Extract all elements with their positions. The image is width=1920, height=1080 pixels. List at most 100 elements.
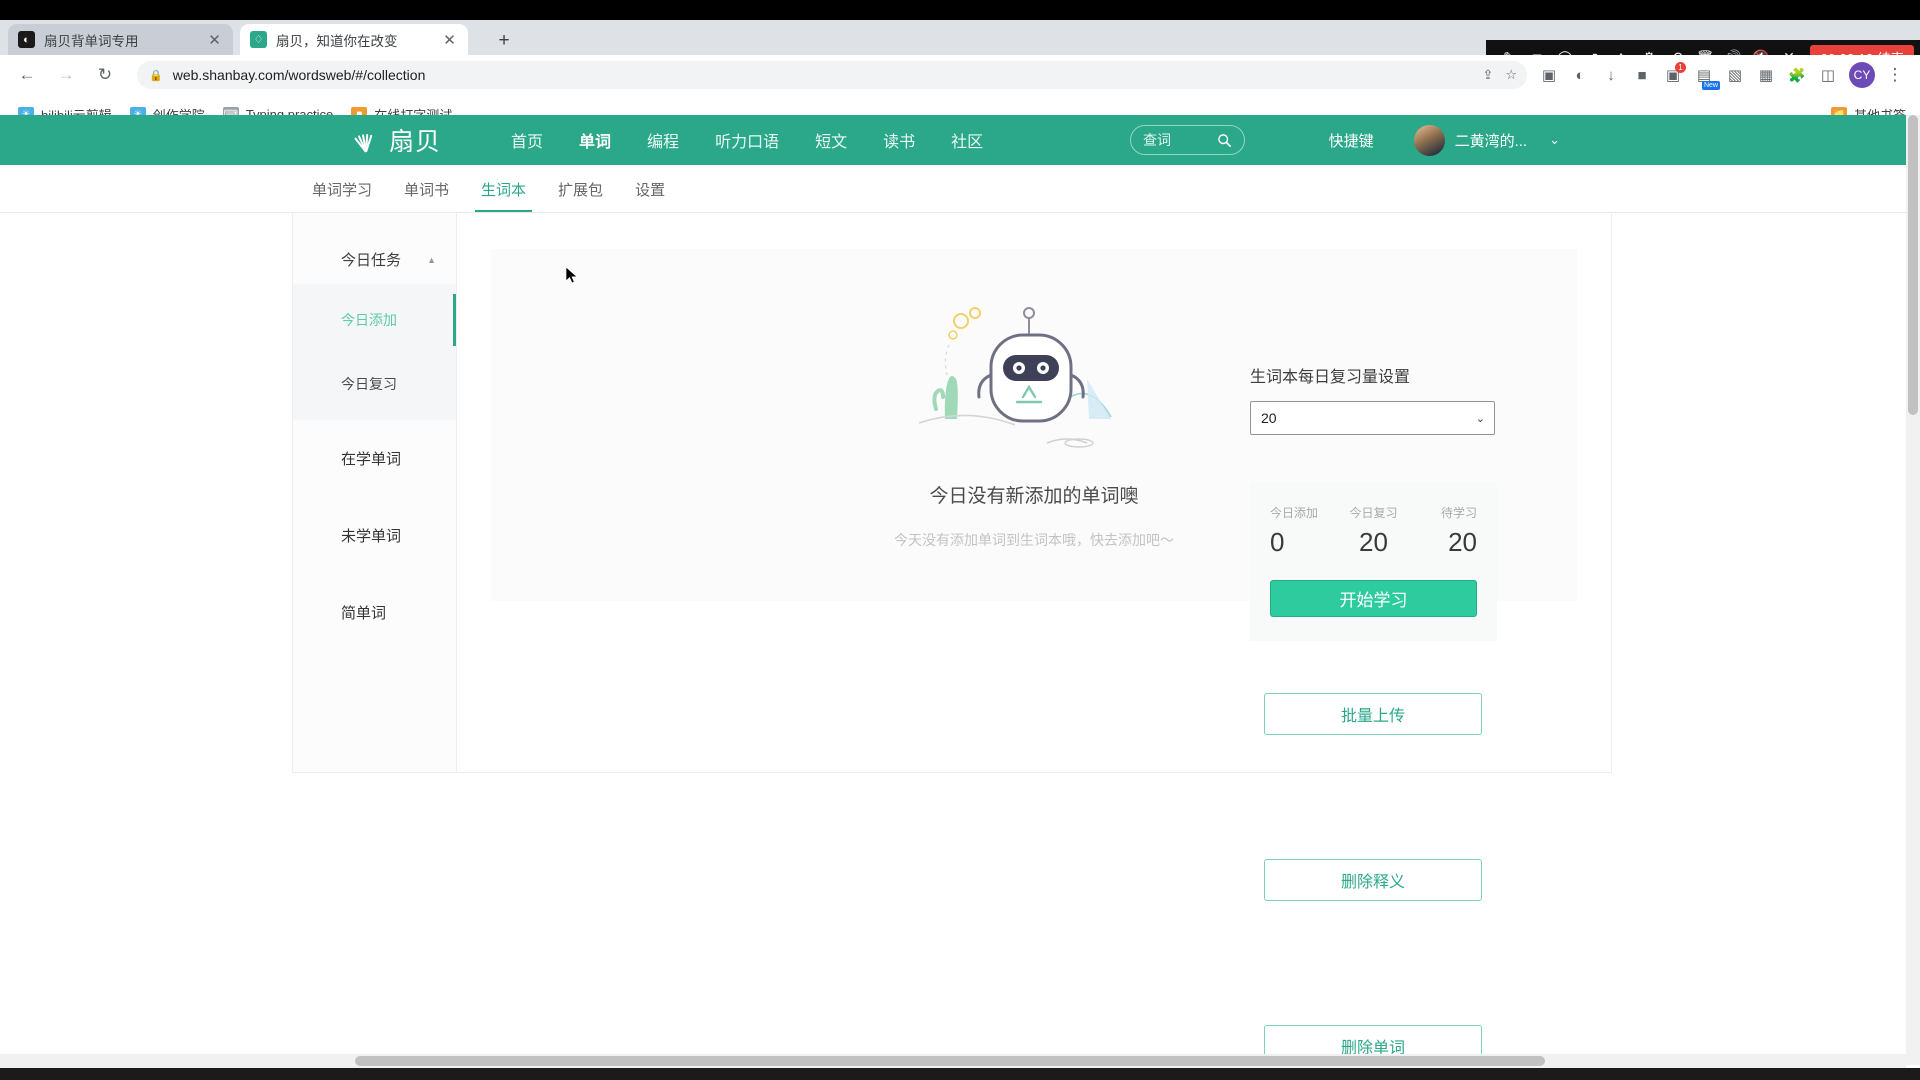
shanbay-dark-icon: ◐ bbox=[18, 31, 35, 48]
extension-icon-1[interactable]: ▣ bbox=[1535, 61, 1563, 89]
nav-item-listening[interactable]: 听力口语 bbox=[697, 128, 797, 152]
tab-collection[interactable]: 生词本 bbox=[465, 179, 542, 212]
batch-upload-button[interactable]: 批量上传 bbox=[1264, 693, 1482, 735]
new-tab-button[interactable]: + bbox=[492, 29, 516, 53]
nav-item-coding[interactable]: 编程 bbox=[629, 128, 697, 152]
puzzle-icon[interactable]: 🧩 bbox=[1783, 61, 1811, 89]
search-icon bbox=[1218, 133, 1231, 147]
search-box[interactable]: 查词 bbox=[1130, 125, 1245, 155]
browser-tab-1[interactable]: ◐ 扇贝背单词专用 ✕ bbox=[8, 24, 233, 55]
sidebar-group-label: 今日任务 bbox=[341, 252, 402, 269]
sidebar-group-today-task[interactable]: 今日任务 ▲ bbox=[293, 235, 456, 284]
user-menu[interactable]: 二黄湾的... ⌄ bbox=[1413, 124, 1560, 156]
horizontal-scroll-thumb[interactable] bbox=[355, 1056, 1545, 1066]
nav-item-community[interactable]: 社区 bbox=[933, 128, 1001, 152]
tab-extension-pack[interactable]: 扩展包 bbox=[542, 179, 619, 212]
back-button[interactable]: ← bbox=[12, 60, 42, 90]
url-text: web.shanbay.com/wordsweb/#/collection bbox=[172, 67, 426, 83]
right-rail: 生词本每日复习量设置 20 ⌄ 今日添加 0 今日复习 20 待学习 20 开始… bbox=[1250, 363, 1500, 1065]
stat-caption: 今日复习 bbox=[1349, 506, 1398, 520]
browser-chrome: ◐ 扇贝背单词专用 ✕ ♢ 扇贝，知道你在改变 ✕ + ✎ □ ◯ ↗ A ⚙ … bbox=[0, 20, 1920, 135]
download-icon[interactable]: ↓ bbox=[1597, 61, 1625, 89]
sidebar-item-label: 未学单词 bbox=[341, 528, 402, 545]
nav-item-home[interactable]: 首页 bbox=[493, 128, 561, 152]
user-name: 二黄湾的... bbox=[1454, 132, 1528, 150]
extension-icon-5[interactable]: ▤ New bbox=[1690, 61, 1720, 90]
horizontal-scrollbar[interactable] bbox=[0, 1054, 1906, 1068]
sidebar-item-label: 在学单词 bbox=[341, 451, 402, 468]
extension-toolbar: ▣ ◐ ↓ ■ ▣ 1 ▤ New ▧ ▦ 🧩 ◫ CY ⋮ bbox=[1535, 61, 1908, 90]
daily-review-setting-label: 生词本每日复习量设置 bbox=[1250, 369, 1411, 386]
sidebar-item-label: 今日复习 bbox=[341, 376, 397, 392]
extension-icon-2[interactable]: ◐ bbox=[1566, 61, 1594, 89]
lock-icon: 🔒 bbox=[149, 69, 163, 82]
nav-item-words[interactable]: 单词 bbox=[561, 128, 629, 152]
extension-icon-7[interactable]: ▦ bbox=[1752, 61, 1780, 89]
robot-cactus-illustration bbox=[918, 301, 1149, 471]
main-navigation: 首页 单词 编程 听力口语 短文 读书 社区 bbox=[493, 128, 1001, 152]
notification-badge: 1 bbox=[1675, 62, 1686, 73]
stat-today-added: 今日添加 0 bbox=[1270, 504, 1339, 558]
sidebar-item-label: 简单词 bbox=[341, 605, 387, 622]
profile-avatar[interactable]: CY bbox=[1849, 62, 1875, 88]
sidebar-item-today-added[interactable]: 今日添加 bbox=[293, 288, 456, 352]
sidebar-item-easy-words[interactable]: 简单词 bbox=[293, 574, 456, 651]
tab-word-study[interactable]: 单词学习 bbox=[296, 179, 388, 212]
extension-icon-3[interactable]: ■ bbox=[1628, 61, 1656, 89]
page-viewport: 扇贝 首页 单词 编程 听力口语 短文 读书 社区 查词 快捷键 二黄湾的...… bbox=[0, 115, 1920, 1065]
sub-navigation: 单词学习 单词书 生词本 扩展包 设置 bbox=[0, 165, 1920, 213]
shanbay-logo-icon bbox=[350, 125, 384, 155]
chevron-up-icon[interactable]: ▲ bbox=[427, 255, 436, 265]
new-badge: New bbox=[1701, 81, 1720, 90]
logo-text: 扇贝 bbox=[389, 128, 442, 156]
tab-close-button[interactable]: ✕ bbox=[206, 31, 223, 49]
daily-review-select[interactable]: 20 ⌄ bbox=[1250, 401, 1495, 435]
site-logo[interactable]: 扇贝 bbox=[350, 122, 441, 158]
sidebar: 今日任务 ▲ 今日添加 今日复习 在学单词 未学单词 简单词 bbox=[293, 213, 457, 772]
taskbar bbox=[0, 1068, 1920, 1080]
stat-caption: 今日添加 bbox=[1270, 506, 1319, 520]
tab-word-books[interactable]: 单词书 bbox=[388, 179, 465, 212]
stat-value: 20 bbox=[1448, 527, 1477, 557]
start-study-button[interactable]: 开始学习 bbox=[1270, 580, 1477, 617]
stat-caption: 待学习 bbox=[1440, 506, 1477, 520]
empty-state-subtitle: 今天没有添加单词到生词本哦，快去添加吧～ bbox=[894, 531, 1174, 548]
extension-icon-4[interactable]: ▣ 1 bbox=[1659, 61, 1687, 89]
nav-item-articles[interactable]: 短文 bbox=[797, 128, 865, 152]
star-icon[interactable]: ☆ bbox=[1505, 67, 1517, 83]
address-bar-row: ← → ↻ 🔒 web.shanbay.com/wordsweb/#/colle… bbox=[0, 55, 1920, 95]
forward-button[interactable]: → bbox=[51, 60, 81, 90]
extension-icon-6[interactable]: ▧ bbox=[1721, 61, 1749, 89]
daily-review-value: 20 bbox=[1261, 410, 1277, 426]
delete-definition-button[interactable]: 删除释义 bbox=[1264, 859, 1482, 901]
chevron-down-icon[interactable]: ⌄ bbox=[1549, 132, 1560, 148]
stats-row: 今日添加 0 今日复习 20 待学习 20 bbox=[1270, 504, 1477, 558]
browser-tab-2[interactable]: ♢ 扇贝，知道你在改变 ✕ bbox=[240, 24, 468, 55]
stat-today-review: 今日复习 20 bbox=[1339, 504, 1408, 558]
reload-button[interactable]: ↻ bbox=[90, 60, 120, 90]
browser-menu-button[interactable]: ⋮ bbox=[1882, 62, 1908, 88]
sidebar-item-unlearned-words[interactable]: 未学单词 bbox=[293, 497, 456, 574]
site-header: 扇贝 首页 单词 编程 听力口语 短文 读书 社区 查词 快捷键 二黄湾的...… bbox=[0, 115, 1920, 165]
omnibox[interactable]: 🔒 web.shanbay.com/wordsweb/#/collection … bbox=[137, 61, 1527, 89]
shortcut-link[interactable]: 快捷键 bbox=[1329, 130, 1374, 151]
tab-settings[interactable]: 设置 bbox=[619, 179, 681, 212]
stat-pending: 待学习 20 bbox=[1408, 504, 1477, 558]
nav-item-reading[interactable]: 读书 bbox=[865, 128, 933, 152]
tab-close-button[interactable]: ✕ bbox=[441, 31, 458, 49]
os-top-bar bbox=[0, 0, 1920, 20]
header-right: 快捷键 二黄湾的... ⌄ bbox=[1329, 124, 1560, 156]
shanbay-teal-icon: ♢ bbox=[250, 31, 267, 48]
sidebar-subgroup: 今日添加 今日复习 bbox=[293, 284, 456, 420]
vertical-scroll-thumb[interactable] bbox=[1908, 115, 1918, 415]
vertical-scrollbar[interactable] bbox=[1906, 115, 1920, 1065]
sidepanel-icon[interactable]: ◫ bbox=[1814, 61, 1842, 89]
share-icon[interactable]: ⇪ bbox=[1482, 67, 1493, 83]
empty-state-title: 今日没有新添加的单词噢 bbox=[929, 485, 1139, 507]
sidebar-item-learning-words[interactable]: 在学单词 bbox=[293, 420, 456, 497]
tab-title: 扇贝，知道你在改变 bbox=[276, 33, 398, 49]
search-placeholder: 查词 bbox=[1143, 132, 1171, 148]
sidebar-item-today-review[interactable]: 今日复习 bbox=[293, 352, 456, 416]
chevron-down-icon: ⌄ bbox=[1475, 412, 1485, 425]
stat-value: 0 bbox=[1270, 527, 1285, 557]
